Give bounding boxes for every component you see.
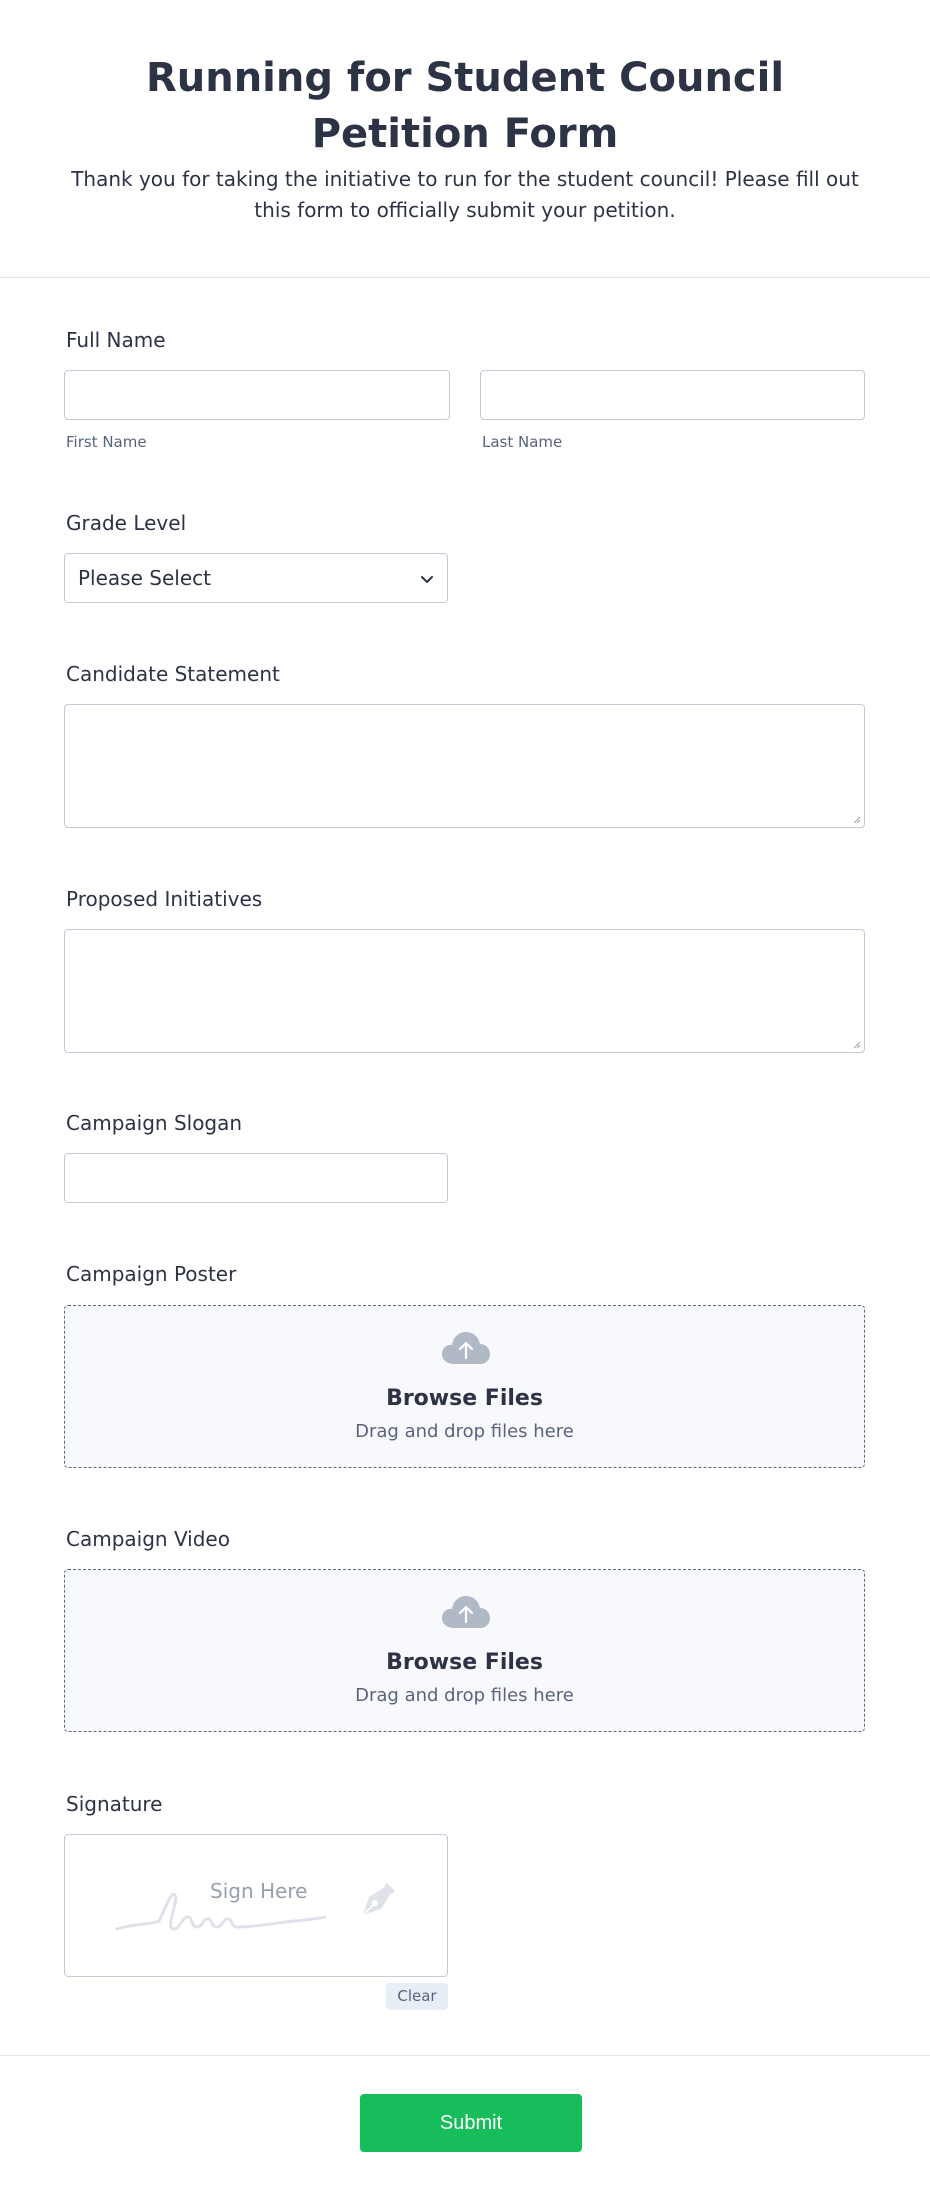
form-subtitle: Thank you for taking the initiative to r… xyxy=(71,167,859,222)
last-name-sublabel: Last Name xyxy=(482,433,563,451)
campaign-video-label: Campaign Video xyxy=(66,1527,230,1551)
signature-label: Signature xyxy=(66,1792,163,1816)
form-title: Running for Student Council Petition For… xyxy=(145,55,785,157)
candidate-statement-textarea[interactable] xyxy=(64,704,865,828)
grade-level-select[interactable]: Please Select xyxy=(64,553,448,603)
submit-button[interactable]: Submit xyxy=(360,2094,582,2152)
campaign-video-dropzone[interactable]: Browse Files Drag and drop files here xyxy=(64,1569,865,1732)
full-name-label: Full Name xyxy=(66,328,166,352)
chevron-down-icon xyxy=(421,576,433,583)
form-header: Running for Student Council Petition For… xyxy=(0,0,930,278)
resize-handle-icon[interactable] xyxy=(852,1040,861,1049)
browse-files-button[interactable]: Browse Files xyxy=(65,1650,864,1675)
pen-nib-icon xyxy=(362,1883,395,1916)
campaign-slogan-input[interactable] xyxy=(64,1153,448,1203)
grade-level-selected: Please Select xyxy=(78,566,211,590)
proposed-initiatives-label: Proposed Initiatives xyxy=(66,887,263,911)
browse-files-button[interactable]: Browse Files xyxy=(65,1386,864,1411)
clear-signature-button[interactable]: Clear xyxy=(386,1983,448,2010)
drag-drop-hint: Drag and drop files here xyxy=(355,1421,574,1442)
first-name-input[interactable] xyxy=(64,370,450,420)
candidate-statement-label: Candidate Statement xyxy=(66,662,280,686)
campaign-slogan-label: Campaign Slogan xyxy=(66,1111,243,1135)
proposed-initiatives-textarea[interactable] xyxy=(64,929,865,1053)
campaign-poster-dropzone[interactable]: Browse Files Drag and drop files here xyxy=(64,1305,865,1468)
cloud-upload-icon xyxy=(442,1596,490,1628)
sign-here-placeholder: Sign Here xyxy=(210,1879,308,1903)
footer-divider xyxy=(0,2055,930,2056)
campaign-poster-label: Campaign Poster xyxy=(66,1262,237,1286)
resize-handle-icon[interactable] xyxy=(852,815,861,824)
first-name-sublabel: First Name xyxy=(66,433,147,451)
drag-drop-hint: Drag and drop files here xyxy=(355,1685,574,1706)
signature-pad[interactable]: Sign Here xyxy=(64,1834,448,1977)
last-name-input[interactable] xyxy=(480,370,865,420)
grade-level-label: Grade Level xyxy=(66,511,187,535)
cloud-upload-icon xyxy=(442,1332,490,1364)
